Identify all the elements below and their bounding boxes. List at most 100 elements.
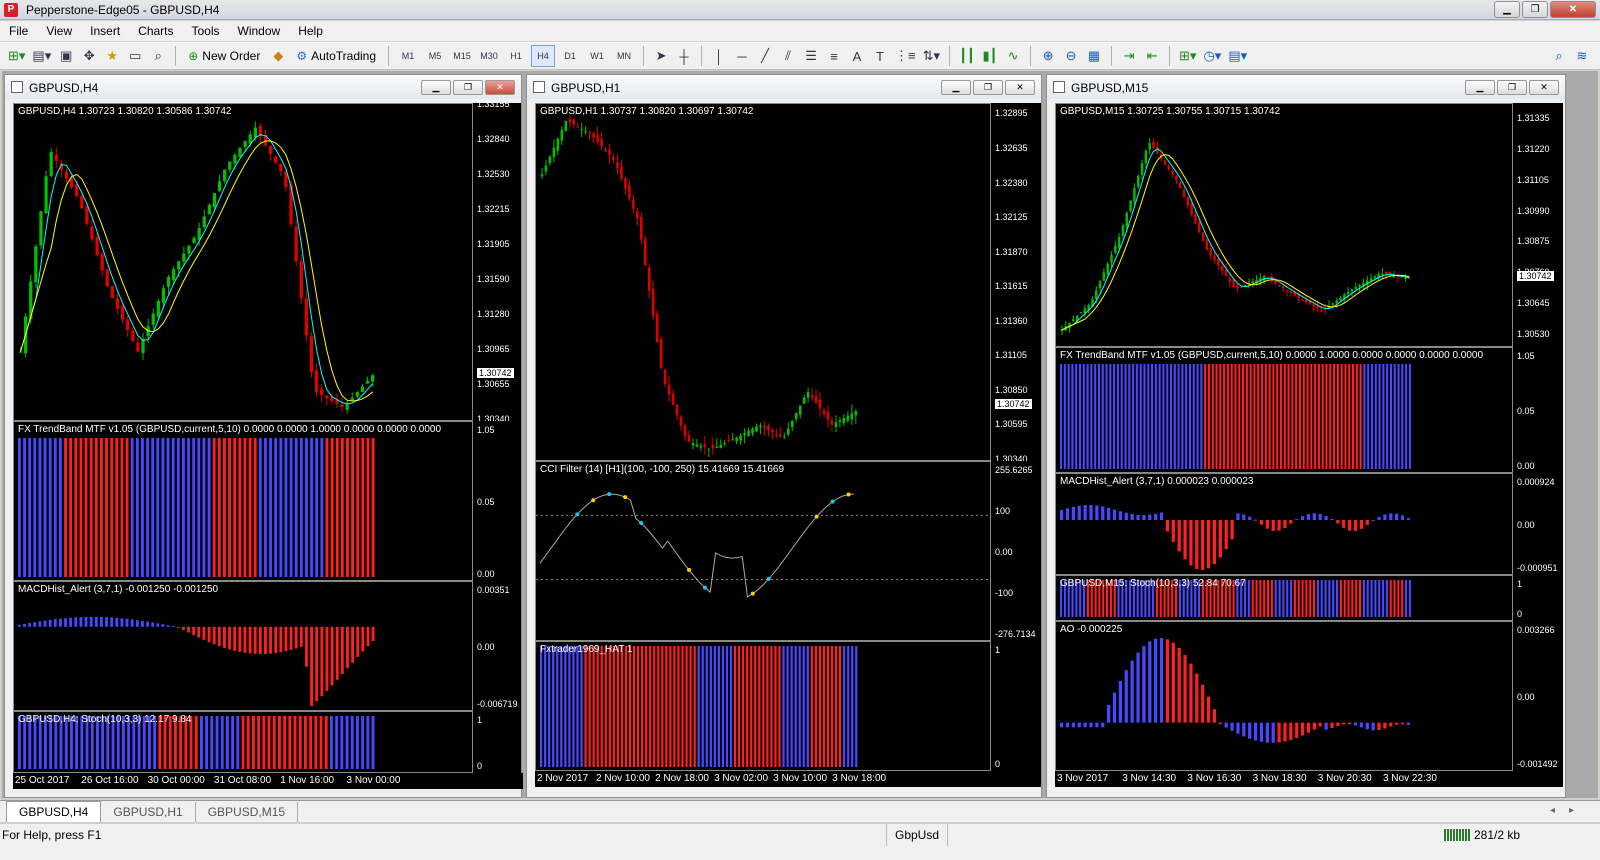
templates-icon[interactable]: ▤▾	[1226, 45, 1249, 67]
menu-tools[interactable]: Tools	[183, 24, 229, 38]
chart-maximize-button[interactable]: ❐	[453, 80, 483, 95]
timeframe-m5[interactable]: M5	[423, 45, 447, 67]
histogram-bar	[269, 626, 272, 654]
signal-bar	[834, 646, 838, 767]
indicator-svg	[540, 646, 858, 767]
timeframe-m1[interactable]: M1	[396, 45, 420, 67]
zoom-out-icon[interactable]: ⊖	[1061, 45, 1081, 67]
signal-bar	[84, 438, 88, 577]
timeframe-mn[interactable]: MN	[612, 45, 636, 67]
minimize-button[interactable]: ▁	[1494, 1, 1520, 18]
indicators-icon[interactable]: ⊞▾	[1177, 45, 1198, 67]
terminal-icon[interactable]: ▭	[125, 45, 145, 67]
chart-window-m15[interactable]: GBPUSD,M15 ▁ ❐ ✕ GBPUSD,M15 1.30725 1.3075…	[1046, 74, 1566, 798]
signal-bar	[194, 716, 198, 769]
tab-gbpusd-h4[interactable]: GBPUSD,H4	[6, 801, 102, 822]
equidistant-channel-icon[interactable]: ⫽	[778, 45, 798, 67]
horizontal-line-icon[interactable]: ─	[732, 45, 752, 67]
candle-body	[739, 435, 742, 441]
text-label-icon[interactable]: T	[870, 45, 890, 67]
community-icon[interactable]: ≋	[1572, 45, 1592, 67]
autotrading-button[interactable]: ⚙ AutoTrading	[291, 45, 381, 67]
histogram-bar	[1324, 516, 1328, 520]
candle-body	[1320, 310, 1323, 312]
timeframe-h4[interactable]: H4	[531, 45, 556, 67]
menu-window[interactable]: Window	[229, 24, 290, 38]
menu-help[interactable]: Help	[289, 24, 332, 38]
chart-close-button[interactable]: ✕	[1529, 80, 1559, 95]
signal-bar	[1291, 364, 1294, 469]
chart-close-button[interactable]: ✕	[1005, 80, 1035, 95]
metaeditor-icon[interactable]: ◆	[268, 45, 288, 67]
chart-maximize-button[interactable]: ❐	[973, 80, 1003, 95]
candle-body	[1114, 246, 1117, 253]
tab-gbpusd-m15[interactable]: GBPUSD,M15	[196, 802, 299, 822]
cursor-icon[interactable]: ➤	[651, 45, 671, 67]
histogram-bar	[1289, 722, 1293, 740]
timeframe-m15[interactable]: M15	[450, 45, 474, 67]
crosshair-icon[interactable]: ┼	[674, 45, 694, 67]
close-button[interactable]: ✕	[1550, 1, 1596, 18]
candle-body	[679, 416, 683, 426]
chart-window-h4[interactable]: GBPUSD,H4 ▁ ❐ ✕ GBPUSD,H4 1.30723 1.30820 …	[4, 74, 523, 798]
new-order-button[interactable]: ⊕ New Order	[183, 45, 265, 67]
gann-icon[interactable]: ☰	[801, 45, 821, 67]
signal-bar	[1329, 364, 1332, 469]
periods-icon[interactable]: ◷▾	[1201, 45, 1223, 67]
menu-view[interactable]: View	[37, 24, 81, 38]
histogram-bar	[371, 626, 375, 641]
tile-windows-icon[interactable]: ▦	[1084, 45, 1104, 67]
data-window-icon[interactable]: ✥	[79, 45, 99, 67]
histogram-bar	[1130, 513, 1134, 520]
search-icon[interactable]: ⌕	[1549, 45, 1569, 67]
vertical-line-icon[interactable]: │	[709, 45, 729, 67]
tab-scroll-arrows-icon[interactable]: ◂▸	[1550, 805, 1588, 816]
chart-minimize-button[interactable]: ▁	[941, 80, 971, 95]
signal-bar	[1200, 364, 1203, 469]
menu-file[interactable]: File	[0, 24, 37, 38]
new-chart-icon[interactable]: ⊞▾	[6, 45, 27, 67]
strategy-tester-icon[interactable]: ⌕	[148, 45, 168, 67]
text-icon[interactable]: A	[847, 45, 867, 67]
tab-gbpusd-h1[interactable]: GBPUSD,H1	[101, 802, 196, 822]
arrows-icon[interactable]: ⇅▾	[921, 45, 942, 67]
chart-window-h1[interactable]: GBPUSD,H1 ▁ ❐ ✕ GBPUSD,H1 1.30737 1.30820 …	[526, 74, 1042, 798]
trendline-icon[interactable]: ╱	[755, 45, 775, 67]
menu-insert[interactable]: Insert	[81, 24, 129, 38]
candle-body	[703, 444, 707, 448]
profiles-icon[interactable]: ▤▾	[30, 45, 53, 67]
menu-charts[interactable]: Charts	[129, 24, 182, 38]
maximize-button[interactable]: ❐	[1522, 1, 1548, 18]
timeframe-h1[interactable]: H1	[504, 45, 528, 67]
candle-body	[600, 138, 603, 147]
zoom-in-icon[interactable]: ⊕	[1038, 45, 1058, 67]
market-watch-icon[interactable]: ▣	[56, 45, 76, 67]
chart-shift-icon[interactable]: ⇤	[1142, 45, 1162, 67]
candle-body	[294, 226, 298, 262]
chart-minimize-button[interactable]: ▁	[421, 80, 451, 95]
histogram-bar	[1383, 722, 1387, 729]
candle-body	[1304, 299, 1308, 303]
chart-window-titlebar[interactable]: GBPUSD,M15 ▁ ❐ ✕	[1047, 75, 1565, 99]
scale-tick-label: 0.00	[477, 642, 495, 652]
timeframe-d1[interactable]: D1	[558, 45, 582, 67]
chart-window-titlebar[interactable]: GBPUSD,H1 ▁ ❐ ✕	[527, 75, 1041, 99]
bar-chart-icon[interactable]: ┃┃	[957, 45, 977, 67]
chart-window-titlebar[interactable]: GBPUSD,H4 ▁ ❐ ✕	[5, 75, 521, 99]
navigator-icon[interactable]: ★	[102, 45, 122, 67]
chart-minimize-button[interactable]: ▁	[1465, 80, 1495, 95]
line-chart-icon[interactable]: ∿	[1003, 45, 1023, 67]
signal-bar	[1347, 580, 1350, 617]
candle-body	[1175, 175, 1178, 181]
fibonacci-icon[interactable]: ≡	[824, 45, 844, 67]
chart-close-button[interactable]: ✕	[485, 80, 515, 95]
timeframe-m30[interactable]: M30	[477, 45, 501, 67]
indicator-scale: 10	[1513, 575, 1563, 621]
candle-body	[49, 152, 53, 176]
fibo-tools-icon[interactable]: ⋮≡	[893, 45, 918, 67]
chart-maximize-button[interactable]: ❐	[1497, 80, 1527, 95]
candle-body	[1385, 271, 1388, 275]
timeframe-w1[interactable]: W1	[585, 45, 609, 67]
auto-scroll-icon[interactable]: ⇥	[1119, 45, 1139, 67]
candlesticks-icon[interactable]: ▮┃	[980, 45, 1000, 67]
